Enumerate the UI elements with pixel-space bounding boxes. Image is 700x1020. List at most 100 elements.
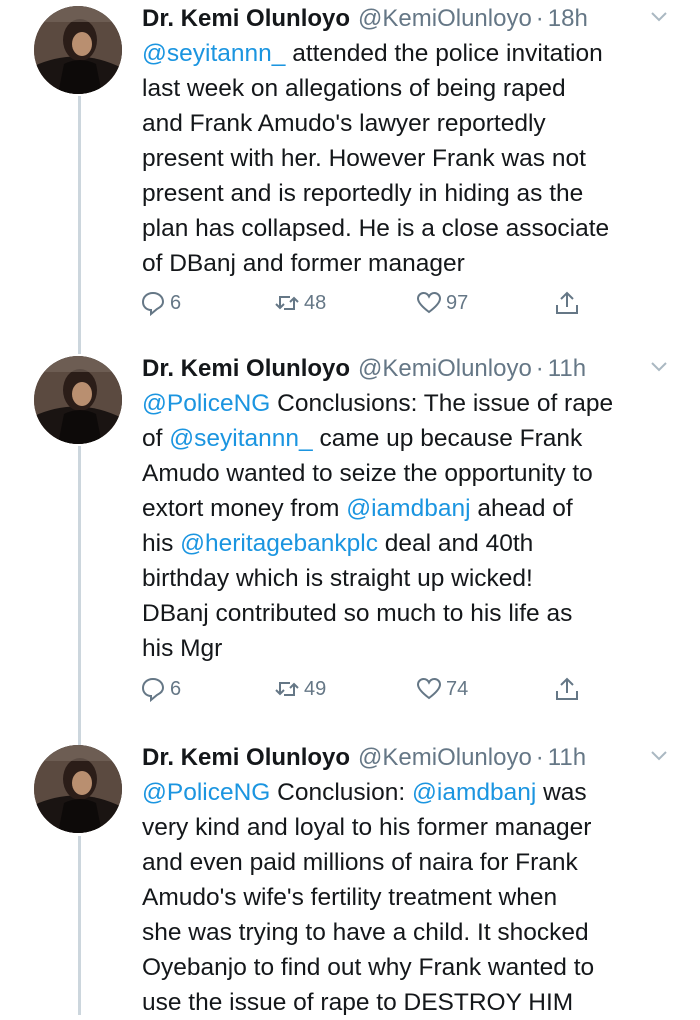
tweet-actions: 6 49 74 [140, 676, 600, 706]
tweet-text-line: extort money from @iamdbanj ahead of [142, 491, 682, 526]
mention-link[interactable]: @heritagebankplc [180, 530, 378, 557]
tweet-text-line: DBanj contributed so much to his life as [142, 596, 682, 631]
tweet-text: @PoliceNG Conclusions: The issue of rape… [142, 386, 682, 666]
tweet-text-segment: extort money from [142, 495, 347, 522]
mention-link[interactable]: @PoliceNG [142, 390, 270, 417]
tweet-text-segment: present with her. However Frank was not [142, 145, 586, 172]
author-name[interactable]: Dr. Kemi Olunloyo [142, 744, 350, 772]
reply-button[interactable]: 6 [140, 676, 181, 702]
tweet-text-segment: of DBanj and former manager [142, 250, 465, 277]
tweet-header: Dr. Kemi Olunloyo @KemiOlunloyo · 11h [142, 352, 586, 386]
author-handle[interactable]: @KemiOlunloyo [358, 355, 532, 383]
tweet-text-segment: Amudo wanted to seize the opportunity to [142, 460, 593, 487]
tweet-text-segment: his [142, 530, 181, 557]
tweet-text-line: Amudo's wife's fertility treatment when [142, 880, 682, 915]
tweet-text-segment: ahead of [470, 495, 573, 522]
tweet-header: Dr. Kemi Olunloyo @KemiOlunloyo · 18h [142, 2, 588, 36]
tweet[interactable]: Dr. Kemi Olunloyo @KemiOlunloyo · 18h @s… [0, 5, 700, 336]
heart-icon [416, 291, 442, 314]
tweet-text-segment: Oyebanjo to find out why Frank wanted to [142, 954, 595, 981]
tweet-text-segment: present and is reportedly in hiding as t… [142, 180, 584, 207]
retweet-icon [275, 296, 299, 310]
tweet-header: Dr. Kemi Olunloyo @KemiOlunloyo · 11h [142, 741, 586, 775]
retweet-button[interactable]: 48 [274, 290, 326, 316]
avatar[interactable] [34, 745, 122, 833]
tweet-text-segment: last week on allegations of being raped [142, 75, 566, 102]
tweet-text-line: present with her. However Frank was not [142, 141, 682, 176]
tweet-text-line: last week on allegations of being raped [142, 71, 682, 106]
tweet-text-segment: attended the police invitation [285, 40, 603, 67]
tweet-text-line: his Mgr [142, 631, 682, 666]
tweet-text-line: @seyitannn_ attended the police invitati… [142, 36, 682, 71]
avatar[interactable] [34, 6, 122, 94]
tweet-text: @PoliceNG Conclusion: @iamdbanj was very … [142, 775, 682, 1020]
chevron-down-icon[interactable] [650, 749, 668, 763]
tweet-text-segment: DBanj contributed so much to his life as [142, 600, 573, 627]
chevron-down-icon[interactable] [650, 10, 668, 24]
share-button[interactable] [554, 290, 580, 316]
tweet-text-segment: of [142, 425, 170, 452]
tweet-text-segment: and even paid millions of naira for Fran… [142, 849, 578, 876]
tweet-text-segment: was [536, 779, 587, 806]
avatar-photo [34, 356, 122, 444]
tweet-text-segment: came up because Frank [312, 425, 583, 452]
mention-link[interactable]: @iamdbanj [412, 779, 536, 806]
tweet-text-line: and Frank Amudo's lawyer reportedly [142, 106, 682, 141]
tweet-text-segment: plan has collapsed. He is a close associ… [142, 215, 610, 242]
tweet-text-segment: birthday which is straight up wicked! [142, 565, 533, 592]
tweet-text-segment: Conclusion: [270, 779, 412, 806]
tweet-text-line: and even paid millions of naira for Fran… [142, 845, 682, 880]
separator-dot: · [535, 5, 544, 32]
author-handle[interactable]: @KemiOlunloyo [358, 5, 532, 33]
author-name[interactable]: Dr. Kemi Olunloyo [142, 5, 350, 33]
tweet-text-segment: Amudo's wife's fertility treatment when [142, 884, 558, 911]
tweet-text-line: of DBanj and former manager [142, 246, 682, 281]
tweet-text-line: @PoliceNG Conclusion: @iamdbanj was [142, 775, 682, 810]
timestamp[interactable]: 11h [548, 744, 586, 772]
retweet-icon [275, 682, 299, 696]
mention-link[interactable]: @seyitannn_ [142, 40, 285, 67]
tweet-text-line: present and is reportedly in hiding as t… [142, 176, 682, 211]
tweet-text-line: plan has collapsed. He is a close associ… [142, 211, 682, 246]
tweet-text-line: Amudo wanted to seize the opportunity to [142, 456, 682, 491]
tweet[interactable]: Dr. Kemi Olunloyo @KemiOlunloyo · 11h @P… [0, 744, 700, 1016]
share-icon [556, 677, 578, 700]
retweet-button[interactable]: 49 [274, 676, 326, 702]
avatar[interactable] [34, 356, 122, 444]
reply-count: 6 [170, 291, 182, 314]
tweet-text-segment: very kind and loyal to his former manage… [142, 814, 592, 841]
avatar-photo [34, 745, 122, 833]
reply-count: 6 [170, 677, 182, 700]
retweet-count: 49 [304, 677, 327, 700]
tweet-text-line: his @heritagebankplc deal and 40th [142, 526, 682, 561]
tweet-text-line: Oyebanjo to find out why Frank wanted to [142, 950, 682, 985]
author-name[interactable]: Dr. Kemi Olunloyo [142, 355, 350, 383]
separator-dot: · [535, 744, 544, 771]
avatar-photo [34, 6, 122, 94]
tweet-text-segment: his Mgr [142, 635, 223, 662]
tweet-text-line: of @seyitannn_ came up because Frank [142, 421, 682, 456]
reply-button[interactable]: 6 [140, 290, 181, 316]
mention-link[interactable]: @iamdbanj [346, 495, 470, 522]
timestamp[interactable]: 18h [548, 5, 588, 33]
chevron-down-icon[interactable] [650, 360, 668, 374]
tweet-text-line: she was trying to have a child. It shock… [142, 915, 682, 950]
author-handle[interactable]: @KemiOlunloyo [358, 744, 532, 772]
tweet-text-line: birthday which is straight up wicked! [142, 561, 682, 596]
tweet[interactable]: Dr. Kemi Olunloyo @KemiOlunloyo · 11h @P… [0, 355, 700, 726]
tweet-text-segment: and Frank Amudo's lawyer reportedly [142, 110, 546, 137]
timestamp[interactable]: 11h [548, 355, 586, 383]
tweet-text-line: very kind and loyal to his former manage… [142, 810, 682, 845]
tweet-text: @seyitannn_ attended the police invitati… [142, 36, 682, 281]
mention-link[interactable]: @seyitannn_ [169, 425, 312, 452]
share-icon [556, 291, 578, 314]
like-count: 97 [446, 291, 469, 314]
retweet-count: 48 [304, 291, 327, 314]
tweet-text-segment: she was trying to have a child. It shock… [142, 919, 589, 946]
tweet-text-segment: Conclusions: The issue of rape [270, 390, 614, 417]
reply-icon [141, 291, 165, 316]
mention-link[interactable]: @PoliceNG [142, 779, 270, 806]
share-button[interactable] [554, 676, 580, 702]
like-button[interactable]: 74 [416, 676, 468, 702]
like-button[interactable]: 97 [416, 290, 468, 316]
